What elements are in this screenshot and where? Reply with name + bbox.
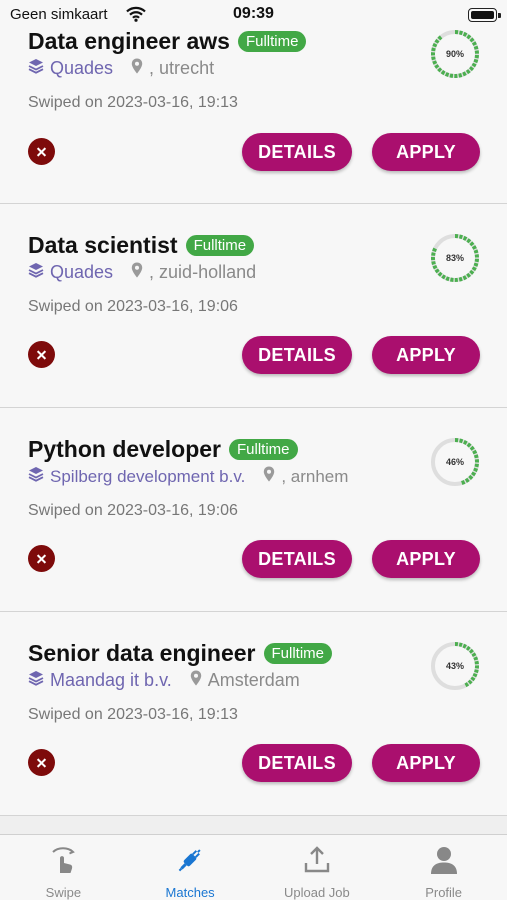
tab-matches[interactable]: Matches — [127, 835, 254, 900]
person-icon — [427, 843, 461, 882]
apply-button[interactable]: APPLY — [372, 744, 480, 782]
tab-label: Upload Job — [283, 885, 350, 900]
layers-icon — [28, 466, 44, 487]
reject-button[interactable] — [28, 341, 55, 368]
reject-button[interactable] — [28, 749, 55, 776]
layers-icon — [28, 262, 44, 283]
tab-profile[interactable]: Profile — [380, 835, 507, 900]
match-score-ring: 43% — [430, 641, 480, 691]
match-card: Data scientist Fulltime Quades , zuid-ho… — [0, 204, 507, 408]
match-card: Senior data engineer Fulltime Maandag it… — [0, 612, 507, 816]
card-meta-row: Quades , utrecht — [28, 58, 214, 79]
tab-label: Profile — [425, 885, 463, 900]
match-score-ring: 90% — [430, 29, 480, 79]
company-name: Maandag it b.v. — [50, 670, 172, 690]
reject-button[interactable] — [28, 545, 55, 572]
card-title-row: Data scientist Fulltime — [28, 232, 255, 259]
company-name: Quades — [50, 58, 114, 78]
match-score-ring: 46% — [430, 437, 480, 487]
clock: 09:39 — [233, 5, 274, 22]
company-name: Spilberg development b.v. — [50, 466, 246, 486]
card-title-row: Data engineer aws Fulltime — [28, 28, 307, 55]
match-score-value: 46% — [445, 457, 464, 467]
apply-button[interactable]: APPLY — [372, 133, 480, 171]
apply-button[interactable]: APPLY — [372, 540, 480, 578]
job-location: , zuid-holland — [149, 262, 257, 282]
tab-label: Swipe — [45, 885, 82, 900]
swiped-timestamp: Swiped on 2023-03-16, 19:13 — [28, 706, 238, 723]
employment-type-badge: Fulltime — [237, 31, 307, 52]
job-location: Amsterdam — [207, 670, 300, 690]
details-button[interactable]: DETAILS — [242, 336, 352, 374]
swiped-timestamp: Swiped on 2023-03-16, 19:06 — [28, 298, 238, 315]
swipe-icon — [46, 843, 80, 882]
employment-type-badge: Fulltime — [263, 643, 333, 664]
battery-icon — [468, 8, 501, 22]
card-title-row: Python developer Fulltime — [28, 436, 298, 463]
employment-type-badge: Fulltime — [228, 439, 298, 460]
card-title-row: Senior data engineer Fulltime — [28, 640, 333, 667]
employment-type-badge: Fulltime — [185, 235, 255, 256]
layers-icon — [28, 670, 44, 691]
details-button[interactable]: DETAILS — [242, 744, 352, 782]
reject-button[interactable] — [28, 138, 55, 165]
job-title: Senior data engineer — [28, 640, 256, 666]
match-card: Data engineer aws Fulltime Quades , utre… — [0, 0, 507, 204]
match-card: Python developer Fulltime Spilberg devel… — [0, 408, 507, 612]
details-button[interactable]: DETAILS — [242, 133, 352, 171]
status-bar: Geen simkaart 09:39 — [0, 0, 507, 30]
match-score-value: 90% — [445, 49, 464, 59]
job-title: Data engineer aws — [28, 28, 230, 54]
tab-label: Matches — [165, 885, 215, 900]
swiped-timestamp: Swiped on 2023-03-16, 19:06 — [28, 502, 238, 519]
match-score-ring: 83% — [430, 233, 480, 283]
job-location: , arnhem — [281, 466, 349, 486]
swiped-timestamp: Swiped on 2023-03-16, 19:13 — [28, 94, 238, 111]
job-title: Python developer — [28, 436, 221, 462]
location-pin-icon — [131, 58, 143, 79]
card-meta-row: Quades , zuid-holland — [28, 262, 256, 283]
location-pin-icon — [263, 466, 275, 487]
location-pin-icon — [190, 670, 202, 691]
job-title: Data scientist — [28, 232, 178, 258]
layers-icon — [28, 58, 44, 79]
match-score-value: 43% — [445, 661, 464, 671]
card-meta-row: Spilberg development b.v. , arnhem — [28, 466, 348, 487]
apply-button[interactable]: APPLY — [372, 336, 480, 374]
plug-icon — [173, 843, 207, 882]
details-button[interactable]: DETAILS — [242, 540, 352, 578]
upload-icon — [300, 843, 334, 882]
bottom-tab-bar: Swipe Matches Upload Job Profile — [0, 834, 507, 900]
card-meta-row: Maandag it b.v. Amsterdam — [28, 670, 300, 691]
match-score-value: 83% — [445, 253, 464, 263]
matches-screen: Geen simkaart 09:39 Data engineer aws Fu… — [0, 0, 507, 900]
location-pin-icon — [131, 262, 143, 283]
job-location: , utrecht — [149, 58, 215, 78]
company-name: Quades — [50, 262, 114, 282]
tab-upload-job[interactable]: Upload Job — [254, 835, 381, 900]
tab-swipe[interactable]: Swipe — [0, 835, 127, 900]
